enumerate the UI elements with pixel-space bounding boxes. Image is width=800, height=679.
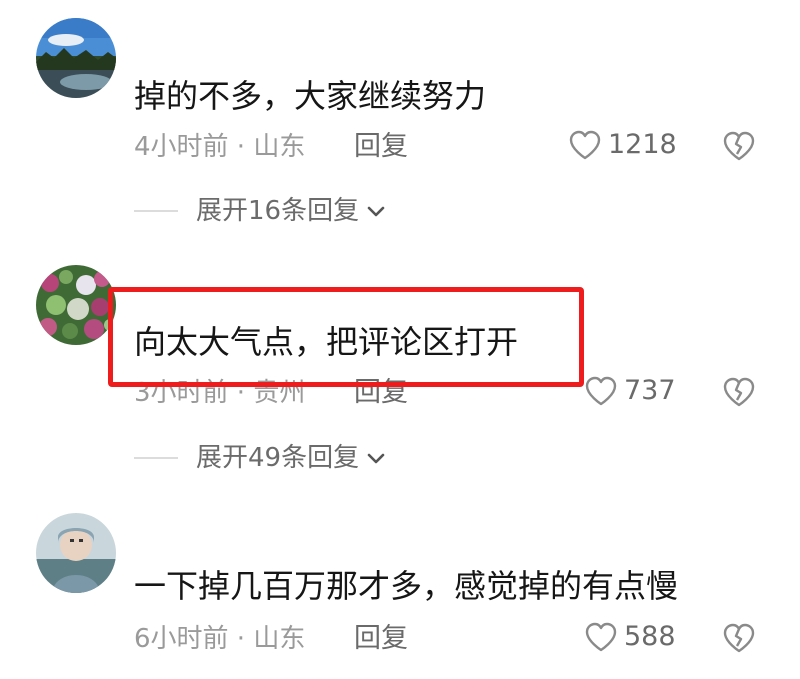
comment-meta: 4小时前 · 山东: [134, 132, 306, 162]
comment-text: 一下掉几百万那才多，感觉掉的有点慢: [134, 567, 679, 605]
avatar-person-image: [36, 513, 116, 593]
expand-replies-button[interactable]: 展开16条回复: [134, 194, 387, 228]
heart-outline-icon: [569, 130, 601, 160]
expand-replies-label: 展开49条回复: [196, 443, 360, 473]
heart-outline-icon: [585, 376, 617, 406]
chevron-down-icon: [367, 206, 385, 217]
reply-button[interactable]: 回复: [354, 622, 408, 656]
like-button[interactable]: 588: [584, 620, 676, 654]
heart-outline-icon: [585, 622, 617, 652]
divider-line: [134, 457, 178, 459]
highlight-annotation-box: [108, 287, 584, 387]
avatar[interactable]: [36, 18, 116, 98]
expand-replies-label: 展开16条回复: [196, 196, 360, 226]
chevron-down-icon: [367, 453, 385, 464]
broken-heart-icon[interactable]: [722, 376, 756, 408]
like-count: 1218: [608, 129, 677, 160]
divider-line: [134, 210, 178, 212]
avatar-landscape-image: [36, 18, 116, 98]
avatar[interactable]: [36, 513, 116, 593]
like-button[interactable]: 737: [584, 374, 676, 408]
reply-button[interactable]: 回复: [354, 130, 408, 164]
like-count: 588: [624, 621, 676, 652]
broken-heart-icon[interactable]: [722, 130, 756, 162]
comment-meta: 6小时前 · 山东: [134, 624, 306, 654]
avatar[interactable]: [36, 265, 116, 345]
expand-replies-button[interactable]: 展开49条回复: [134, 441, 387, 475]
avatar-flowers-image: [36, 265, 116, 345]
like-count: 737: [624, 375, 676, 406]
comment-text: 掉的不多，大家继续努力: [134, 77, 487, 115]
like-button[interactable]: 1218: [568, 128, 677, 162]
broken-heart-icon[interactable]: [722, 622, 756, 654]
